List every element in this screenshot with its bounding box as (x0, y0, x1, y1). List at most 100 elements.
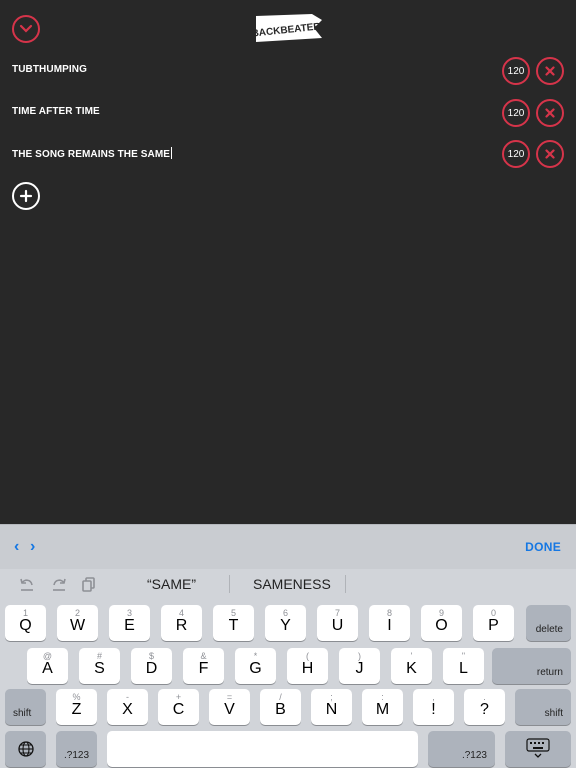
numbers-key-right[interactable]: .?123 (428, 731, 495, 767)
undo-icon[interactable] (18, 575, 36, 593)
key-label: T (228, 617, 239, 634)
song-row[interactable]: TUBTHUMPING 120 (0, 56, 576, 86)
key-label: H (301, 660, 314, 677)
key-m[interactable]: :M (362, 689, 403, 725)
key-g[interactable]: * G (235, 648, 276, 684)
key-j[interactable]: ) J (339, 648, 380, 684)
key-v[interactable]: = V (209, 689, 250, 725)
remove-song-button[interactable] (536, 57, 564, 85)
next-field-button[interactable]: › (30, 538, 35, 556)
key-i[interactable]: 8I (369, 605, 410, 641)
key-label: O (435, 617, 448, 634)
suggestion-divider (345, 575, 346, 593)
plus-icon (19, 189, 33, 203)
remove-song-button[interactable] (536, 99, 564, 127)
remove-song-button[interactable] (536, 140, 564, 168)
close-icon (545, 108, 555, 118)
key-label: Z (71, 701, 82, 718)
key-b[interactable]: / B (260, 689, 301, 725)
key-u[interactable]: 7U (317, 605, 358, 641)
key-h[interactable]: (H (287, 648, 328, 684)
chevron-down-icon (19, 24, 33, 33)
key-r[interactable]: 4R (161, 605, 202, 641)
key-label: L (459, 660, 468, 677)
key-n[interactable]: ; N (311, 689, 352, 725)
key-a[interactable]: @ A (27, 648, 68, 684)
paste-icon[interactable] (80, 575, 98, 593)
key-label: D (145, 660, 158, 677)
space-key[interactable] (107, 731, 418, 767)
key-label: K (406, 660, 417, 677)
song-title[interactable]: TUBTHUMPING (12, 64, 87, 75)
song-title[interactable]: TIME AFTER TIME (12, 106, 100, 117)
key-label: S (94, 660, 105, 677)
key-label: E (124, 617, 135, 634)
key-?[interactable]: .? (464, 689, 505, 725)
song-list-screen: BACKBEATER TUBTHUMPING 120 TIME AFTER TI… (0, 0, 576, 524)
keyboard-accessory-bar: ‹ › DONE (0, 524, 576, 569)
dismiss-keyboard-key[interactable] (505, 731, 571, 767)
text-caret (171, 147, 173, 159)
key-label: B (275, 701, 286, 718)
collapse-button[interactable] (12, 15, 40, 43)
keyboard: “SAME” SAMENESS 1Q 2W 3E 4R 5T 6Y 7U 8I 9O 0P del… (0, 569, 576, 768)
keyboard-dismiss-icon (526, 738, 550, 758)
suggestion-bar: “SAME” SAMENESS (0, 569, 576, 601)
bpm-button[interactable]: 120 (502, 99, 530, 127)
song-row[interactable]: TIME AFTER TIME 120 (0, 98, 576, 128)
key-label: G (249, 660, 262, 677)
close-icon (545, 149, 555, 159)
song-title-input[interactable]: THE SONG REMAINS THE SAME (12, 147, 173, 160)
numbers-key-left[interactable]: .?123 (56, 731, 97, 767)
done-button[interactable]: DONE (525, 540, 561, 554)
shift-key-right[interactable]: shift (515, 689, 571, 725)
key-label: A (42, 660, 53, 677)
key-d[interactable]: $ D (131, 648, 172, 684)
globe-icon (17, 741, 34, 757)
redo-icon[interactable] (50, 575, 68, 593)
key-label: N (325, 701, 338, 718)
key-s[interactable]: # S (79, 648, 120, 684)
key-![interactable]: ,! (413, 689, 454, 725)
key-label: F (198, 660, 209, 677)
bpm-button[interactable]: 120 (502, 57, 530, 85)
delete-key[interactable]: delete (526, 605, 571, 641)
suggestion-item[interactable]: SAMENESS (253, 576, 331, 592)
key-f[interactable]: & F (183, 648, 224, 684)
key-label: Y (280, 617, 291, 634)
key-o[interactable]: 9O (421, 605, 462, 641)
key-label: ? (480, 701, 489, 718)
previous-field-button[interactable]: ‹ (14, 538, 19, 556)
key-label: U (331, 617, 344, 634)
key-p[interactable]: 0P (473, 605, 514, 641)
add-song-button[interactable] (12, 182, 40, 210)
key-label: I (387, 617, 392, 634)
key-y[interactable]: 6Y (265, 605, 306, 641)
shift-key-left[interactable]: shift (5, 689, 46, 725)
suggestion-divider (229, 575, 230, 593)
key-x[interactable]: -X (107, 689, 148, 725)
key-label: R (175, 617, 188, 634)
key-label: V (224, 701, 235, 718)
close-icon (545, 66, 555, 76)
key-label: W (69, 617, 86, 634)
backbeater-logo: BACKBEATER (251, 12, 324, 46)
key-l[interactable]: " L (443, 648, 484, 684)
key-k[interactable]: ' K (391, 648, 432, 684)
key-q[interactable]: 1Q (5, 605, 46, 641)
suggestion-quoted[interactable]: “SAME” (147, 576, 196, 592)
return-key[interactable]: return (492, 648, 571, 684)
key-z[interactable]: % Z (56, 689, 97, 725)
key-t[interactable]: 5T (213, 605, 254, 641)
song-row[interactable]: THE SONG REMAINS THE SAME 120 (0, 139, 576, 169)
bpm-button[interactable]: 120 (502, 140, 530, 168)
globe-key[interactable] (5, 731, 46, 767)
key-c[interactable]: + C (158, 689, 199, 725)
key-label: Q (19, 617, 32, 634)
key-label: P (488, 617, 499, 634)
key-label: M (375, 701, 390, 718)
key-w[interactable]: 2W (57, 605, 98, 641)
key-e[interactable]: 3E (109, 605, 150, 641)
key-label: X (122, 701, 133, 718)
key-label: J (355, 660, 364, 677)
